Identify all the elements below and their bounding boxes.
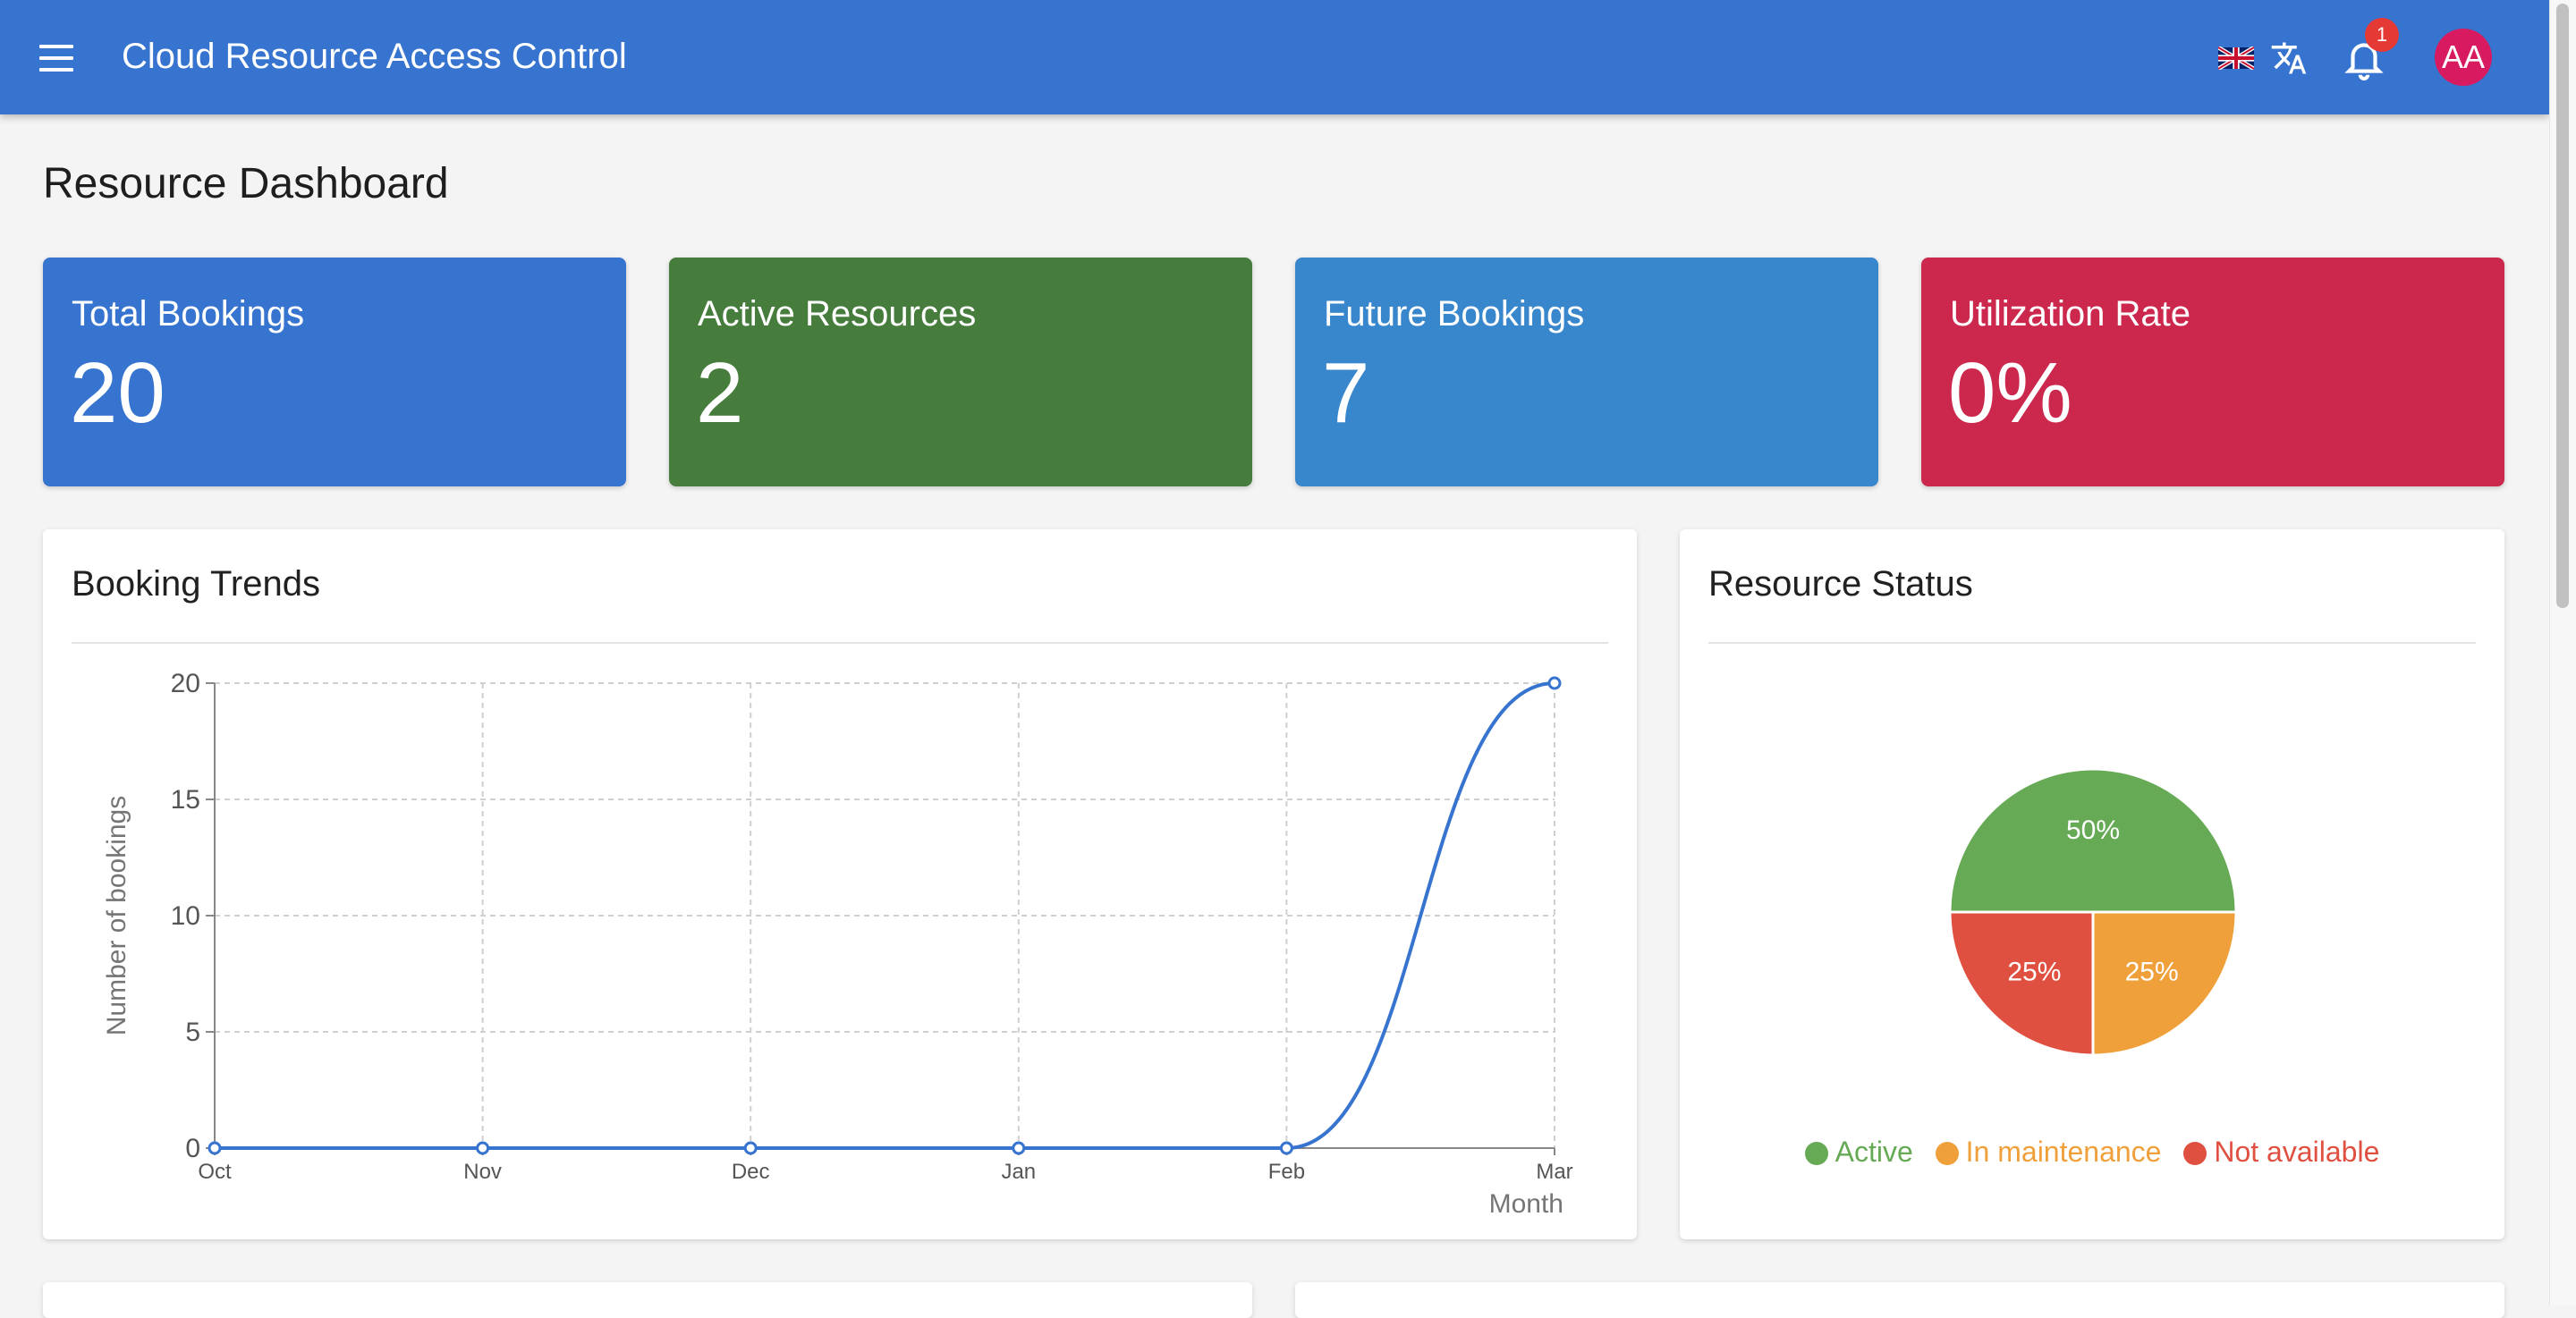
divider xyxy=(1708,642,2476,644)
legend-item-active[interactable]: Active xyxy=(1804,1136,1913,1169)
pie-legend: Active In maintenance Not available xyxy=(1680,1136,2504,1169)
stat-label: Total Bookings xyxy=(72,294,305,334)
uk-flag-icon[interactable] xyxy=(2218,46,2254,70)
app-title: Cloud Resource Access Control xyxy=(122,37,627,76)
stat-label: Active Resources xyxy=(698,294,977,334)
legend-label: In maintenance xyxy=(1965,1136,2162,1168)
avatar[interactable]: AA xyxy=(2435,29,2492,86)
legend-dot xyxy=(1935,1142,1959,1165)
booking-trends-title: Booking Trends xyxy=(72,564,320,604)
legend-dot xyxy=(1804,1142,1828,1165)
legend-label: Active xyxy=(1835,1136,1913,1168)
resource-status-title: Resource Status xyxy=(1708,564,1973,604)
stat-card-future-bookings: Future Bookings 7 xyxy=(1295,258,1878,486)
stat-card-total-bookings: Total Bookings 20 xyxy=(43,258,626,486)
legend-dot xyxy=(2183,1142,2207,1165)
legend-label: Not available xyxy=(2214,1136,2380,1168)
stat-value: 0% xyxy=(1948,345,2072,441)
stat-card-active-resources: Active Resources 2 xyxy=(669,258,1252,486)
resource-status-panel: Resource Status xyxy=(1680,529,2504,1239)
legend-item-in-maintenance[interactable]: In maintenance xyxy=(1935,1136,2162,1169)
stat-card-utilization-rate: Utilization Rate 0% xyxy=(1921,258,2504,486)
bottom-left-panel xyxy=(43,1282,1252,1318)
stat-value: 20 xyxy=(70,345,165,441)
divider xyxy=(72,642,1608,644)
scrollbar-thumb[interactable] xyxy=(2556,4,2569,608)
stat-label: Future Bookings xyxy=(1324,294,1585,334)
menu-icon[interactable] xyxy=(39,45,75,72)
app-bar: Cloud Resource Access Control 1 AA xyxy=(0,0,2549,114)
stat-label: Utilization Rate xyxy=(1950,294,2191,334)
bottom-right-panel xyxy=(1295,1282,2504,1318)
translate-icon[interactable] xyxy=(2270,39,2308,77)
page-title: Resource Dashboard xyxy=(43,160,449,207)
stat-value: 2 xyxy=(696,345,744,441)
notification-badge: 1 xyxy=(2365,18,2399,52)
stat-value: 7 xyxy=(1322,345,1370,441)
booking-trends-panel: Booking Trends xyxy=(43,529,1637,1239)
legend-item-not-available[interactable]: Not available xyxy=(2183,1136,2379,1169)
